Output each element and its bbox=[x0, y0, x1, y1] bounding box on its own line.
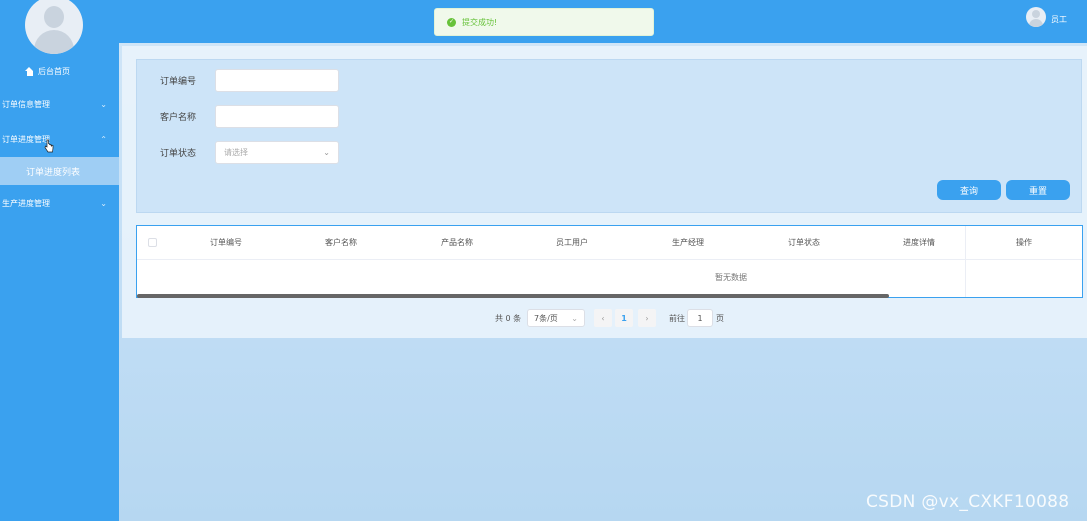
order-no-input[interactable] bbox=[215, 69, 339, 92]
select-all-checkbox[interactable] bbox=[148, 238, 157, 247]
next-page-button[interactable]: › bbox=[638, 309, 656, 327]
avatar-head-shape bbox=[1032, 10, 1040, 18]
goto-label: 前往 bbox=[669, 313, 685, 323]
toast-message: 提交成功! bbox=[462, 17, 498, 27]
horizontal-scrollbar[interactable] bbox=[137, 294, 889, 298]
col-status: 订单状态 bbox=[788, 238, 820, 247]
submenu-label: 订单进度列表 bbox=[26, 167, 81, 178]
goto-page-input[interactable]: 1 bbox=[687, 309, 713, 327]
col-operation: 操作 bbox=[1016, 238, 1032, 247]
avatar-body-shape bbox=[1029, 19, 1043, 27]
arrow-right-icon: › bbox=[645, 313, 649, 323]
chevron-down-icon: ⌄ bbox=[323, 148, 330, 157]
home-label: 后台首页 bbox=[38, 66, 70, 76]
col-customer: 客户名称 bbox=[325, 238, 357, 247]
success-icon: ✓ bbox=[447, 17, 456, 27]
menu-label: 订单信息管理 bbox=[2, 99, 50, 109]
chevron-down-icon: ⌄ bbox=[100, 99, 107, 109]
col-employee: 员工用户 bbox=[556, 238, 588, 247]
order-no-label: 订单编号 bbox=[160, 77, 197, 87]
chevron-up-icon: ⌃ bbox=[100, 134, 107, 144]
page-number-current[interactable]: 1 bbox=[615, 309, 633, 327]
home-link[interactable]: 后台首页 bbox=[25, 64, 70, 78]
sidebar-avatar bbox=[25, 0, 83, 54]
query-button[interactable]: 查询 bbox=[937, 180, 1001, 200]
page-size-select[interactable]: 7条/页 ⌄ bbox=[527, 309, 585, 327]
avatar-head-shape bbox=[44, 6, 64, 28]
chevron-down-icon: ⌄ bbox=[571, 313, 578, 323]
status-select[interactable]: 请选择 ⌄ bbox=[215, 141, 339, 164]
menu-label: 生产进度管理 bbox=[2, 198, 50, 208]
avatar-body-shape bbox=[34, 30, 74, 54]
menu-order-progress[interactable]: 订单进度管理 ⌃ bbox=[0, 122, 119, 156]
total-count: 共 0 条 bbox=[495, 313, 522, 323]
customer-input[interactable] bbox=[215, 105, 339, 128]
prev-page-button[interactable]: ‹ bbox=[594, 309, 612, 327]
reset-button[interactable]: 重置 bbox=[1006, 180, 1070, 200]
page-size-value: 7条/页 bbox=[534, 313, 558, 323]
user-name[interactable]: 员工 bbox=[1051, 14, 1067, 25]
arrow-left-icon: ‹ bbox=[601, 313, 605, 323]
watermark-text: CSDN @vx_CXKF10088 bbox=[866, 492, 1070, 512]
sidebar: 后台首页 订单信息管理 ⌄ 订单进度管理 ⌃ 订单进度列表 生产进度管理 ⌄ bbox=[0, 0, 119, 521]
pointer-cursor-icon bbox=[44, 139, 54, 153]
menu-production-progress[interactable]: 生产进度管理 ⌄ bbox=[0, 186, 119, 220]
empty-text: 暂无数据 bbox=[715, 273, 747, 282]
customer-label: 客户名称 bbox=[160, 113, 197, 123]
operation-column: 操作 bbox=[965, 226, 1082, 297]
col-order-no: 订单编号 bbox=[210, 238, 242, 247]
col-product: 产品名称 bbox=[441, 238, 473, 247]
col-progress: 进度详情 bbox=[903, 238, 935, 247]
table-header: 订单编号 客户名称 产品名称 员工用户 生产经理 订单状态 进度详情 bbox=[137, 226, 1082, 260]
submenu-order-progress-list[interactable]: 订单进度列表 bbox=[0, 157, 119, 185]
menu-order-info[interactable]: 订单信息管理 ⌄ bbox=[0, 87, 119, 121]
status-label: 订单状态 bbox=[160, 149, 197, 159]
status-placeholder: 请选择 bbox=[224, 148, 248, 157]
col-manager: 生产经理 bbox=[672, 238, 704, 247]
success-toast: ✓ 提交成功! bbox=[434, 8, 654, 36]
chevron-down-icon: ⌄ bbox=[100, 198, 107, 208]
user-avatar[interactable] bbox=[1026, 7, 1046, 27]
menu-label: 订单进度管理 bbox=[2, 134, 50, 144]
page-unit: 页 bbox=[716, 313, 724, 323]
data-table: 订单编号 客户名称 产品名称 员工用户 生产经理 订单状态 进度详情 操作 暂无… bbox=[136, 225, 1083, 298]
home-icon bbox=[25, 66, 34, 76]
